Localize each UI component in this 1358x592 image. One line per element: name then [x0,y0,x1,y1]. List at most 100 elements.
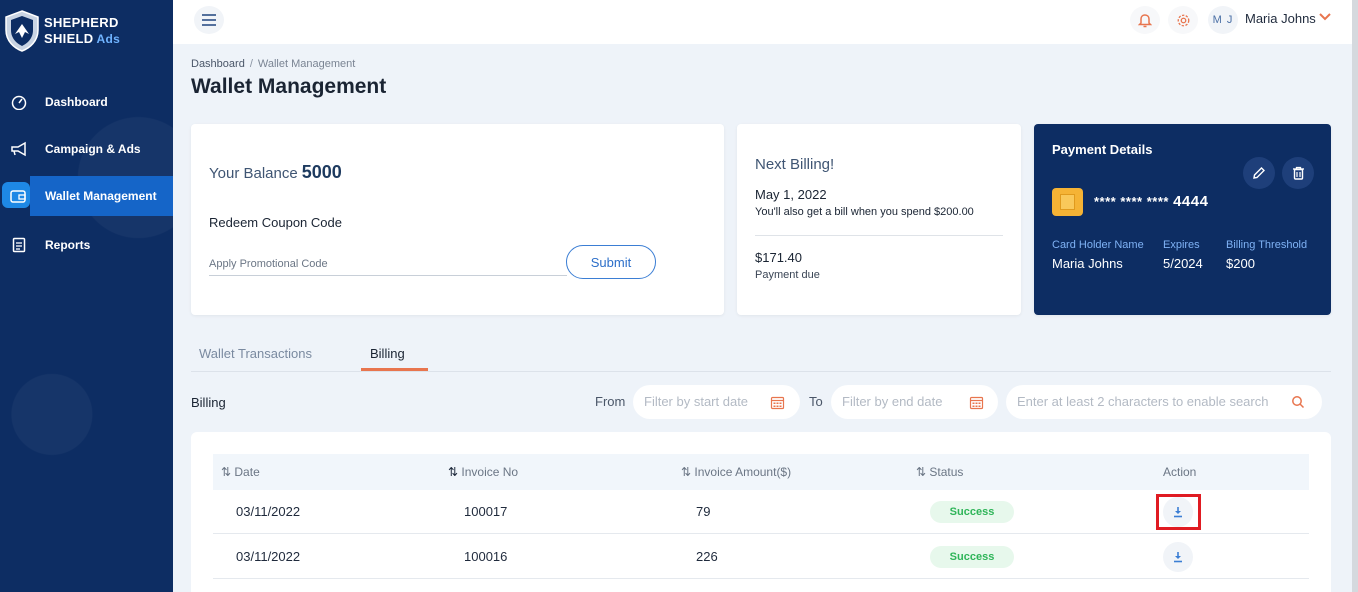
calendar-icon[interactable] [969,395,984,410]
highlight-box [1156,494,1201,530]
download-invoice-button[interactable] [1163,542,1193,572]
next-billing-date: May 1, 2022 [755,187,827,202]
wallet-icon [9,187,27,205]
coupon-label: Redeem Coupon Code [209,215,342,230]
expires-field: Expires 5/2024 [1163,239,1203,271]
payment-due-label: Payment due [755,269,820,281]
notifications-button[interactable] [1130,6,1160,34]
balance-label: Your Balance 5000 [209,162,342,183]
column-header-amount[interactable]: ⇅ Invoice Amount($) [681,465,791,479]
download-icon [1174,552,1182,563]
end-date-filter[interactable] [831,385,998,419]
sidebar-item-wallet[interactable]: Wallet Management [0,176,173,216]
balance-label-text: Your Balance [209,165,298,182]
search-icon[interactable] [1291,395,1305,409]
start-date-input[interactable] [644,394,769,409]
user-name[interactable]: Maria Johns [1245,11,1316,26]
cell-invoice: 100017 [464,504,508,519]
breadcrumb-current: Wallet Management [257,58,356,70]
table-row: 03/11/2022 100017 79 Success [213,490,1309,534]
card-chip-icon [1052,188,1083,216]
brand-ads: Ads [96,32,121,46]
sort-icon: ⇅ [448,465,462,479]
status-badge: Success [930,501,1014,523]
status-badge: Success [930,546,1014,568]
sidebar-item-label: Dashboard [45,95,108,109]
column-header-date[interactable]: ⇅ Date [221,465,260,479]
submit-coupon-button[interactable]: Submit [566,245,656,279]
settings-button[interactable] [1168,6,1198,34]
section-title: Billing [191,395,226,410]
gear-icon [1177,14,1189,26]
sort-icon: ⇅ [916,465,930,479]
avatar[interactable]: M J [1208,6,1238,34]
balance-value: 5000 [301,162,342,182]
tab-divider [191,371,1331,372]
payment-details-title: Payment Details [1052,142,1153,157]
card-holder-value: Maria Johns [1052,256,1123,271]
cell-date: 03/11/2022 [236,549,301,564]
sidebar-item-label: Campaign & Ads [45,142,141,156]
sidebar-item-label: Reports [45,238,91,252]
report-icon [10,236,28,254]
search-filter[interactable] [1006,385,1322,419]
tab-billing[interactable]: Billing [370,346,405,361]
column-header-label: Invoice Amount($) [694,465,792,479]
shield-logo-icon [5,10,39,52]
to-label: To [809,394,823,409]
sidebar-item-reports[interactable]: Reports [0,225,173,265]
next-billing-note: You'll also get a bill when you spend $2… [755,206,974,218]
start-date-filter[interactable] [633,385,800,419]
breadcrumb: Dashboard / Wallet Management [191,58,355,70]
gauge-icon [10,93,28,111]
scrollbar[interactable] [1352,0,1358,592]
payment-details-card: Payment Details **** **** **** 4444 Card… [1034,124,1331,315]
breadcrumb-home-link[interactable]: Dashboard [191,58,245,70]
card-holder-field: Card Holder Name Maria Johns [1052,239,1144,271]
calendar-icon[interactable] [770,395,785,410]
column-header-status[interactable]: ⇅ Status [916,465,963,479]
cell-date: 03/11/2022 [236,504,301,519]
sidebar-item-dashboard[interactable]: Dashboard [0,82,173,122]
column-header-invoice[interactable]: ⇅ Invoice No [448,465,518,479]
brand-logo[interactable]: SHEPHERD SHIELD Ads [4,8,169,56]
edit-card-button[interactable] [1243,157,1275,189]
table-row: 03/11/2022 100016 226 Success [213,535,1309,579]
active-tab-indicator [361,368,428,371]
end-date-input[interactable] [842,394,967,409]
cell-amount: 226 [696,549,718,564]
billing-threshold-label: Billing Threshold [1226,239,1308,251]
card-chip-inner [1060,194,1075,210]
card-number: **** **** **** 4444 [1094,193,1208,210]
tab-wallet-transactions[interactable]: Wallet Transactions [199,346,312,361]
page-title: Wallet Management [191,75,387,98]
sort-icon: ⇅ [221,465,235,479]
column-header-label: Date [234,465,260,479]
balance-card: Your Balance5000 Redeem Coupon Code Subm… [191,124,724,315]
payment-amount: $171.40 [755,250,802,265]
billing-threshold-value: $200 [1226,256,1255,271]
billing-threshold-field: Billing Threshold $200 [1226,239,1307,271]
card-mask: **** **** **** [1094,194,1169,209]
brand-line2-text: SHIELD [44,31,94,46]
sidebar-item-campaign[interactable]: Campaign & Ads [0,129,173,169]
pencil-icon [1253,167,1265,179]
coupon-code-input[interactable] [209,252,567,276]
menu-toggle-button[interactable] [194,6,224,34]
brand-line2: SHIELD Ads [44,31,120,46]
card-holder-label: Card Holder Name [1052,239,1144,251]
next-billing-title: Next Billing! [755,156,835,173]
bell-icon [1138,14,1152,28]
expires-value: 5/2024 [1163,256,1203,271]
sidebar-item-label: Wallet Management [45,189,157,203]
chevron-down-icon[interactable] [1318,12,1332,22]
cell-amount: 79 [696,504,711,519]
table-header: ⇅ Date ⇅ Invoice No ⇅ Invoice Amount($) … [213,454,1309,490]
from-label: From [595,394,626,409]
breadcrumb-separator: / [249,58,253,70]
hamburger-icon [202,14,216,26]
delete-card-button[interactable] [1282,157,1314,189]
sidebar: SHEPHERD SHIELD Ads Dashboard Campaign & … [0,0,173,592]
next-billing-card: Next Billing! May 1, 2022 You'll also ge… [737,124,1021,315]
search-input[interactable] [1017,394,1287,409]
